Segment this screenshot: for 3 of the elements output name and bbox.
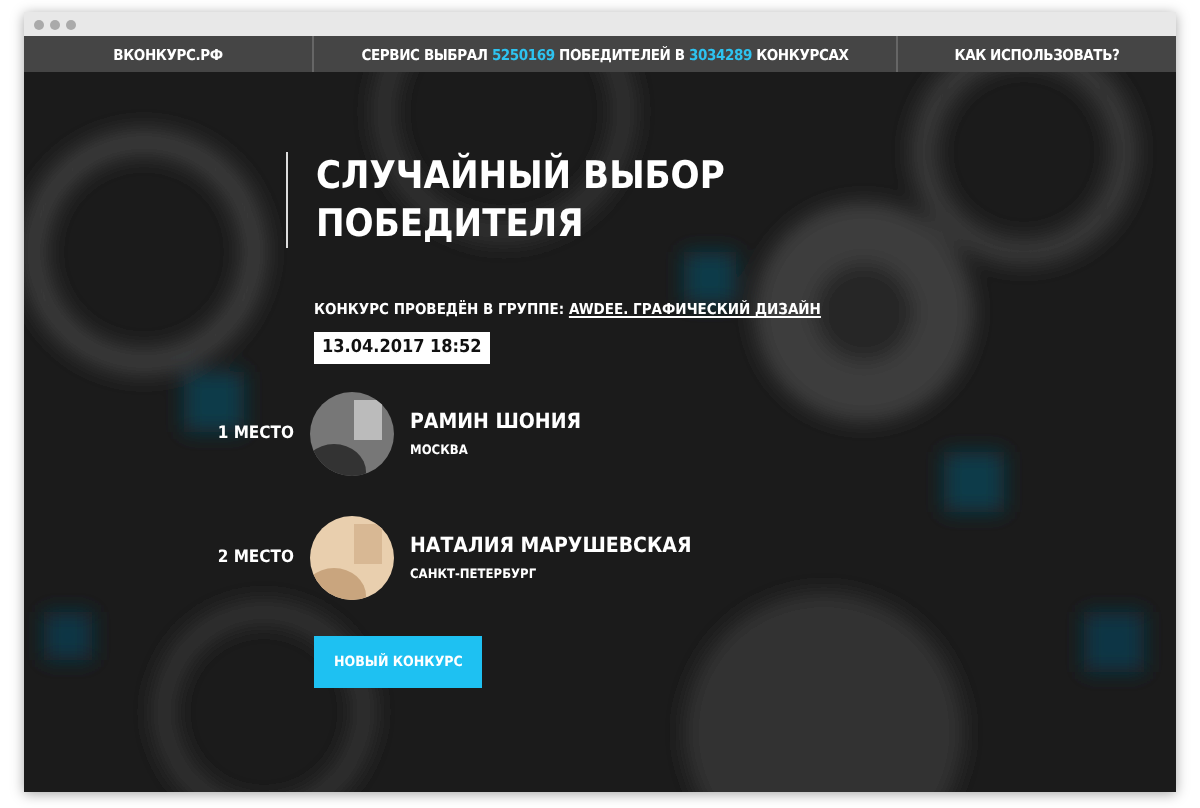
window-dot[interactable] [66, 19, 76, 29]
window-dot[interactable] [34, 19, 44, 29]
window-dot[interactable] [50, 19, 60, 29]
